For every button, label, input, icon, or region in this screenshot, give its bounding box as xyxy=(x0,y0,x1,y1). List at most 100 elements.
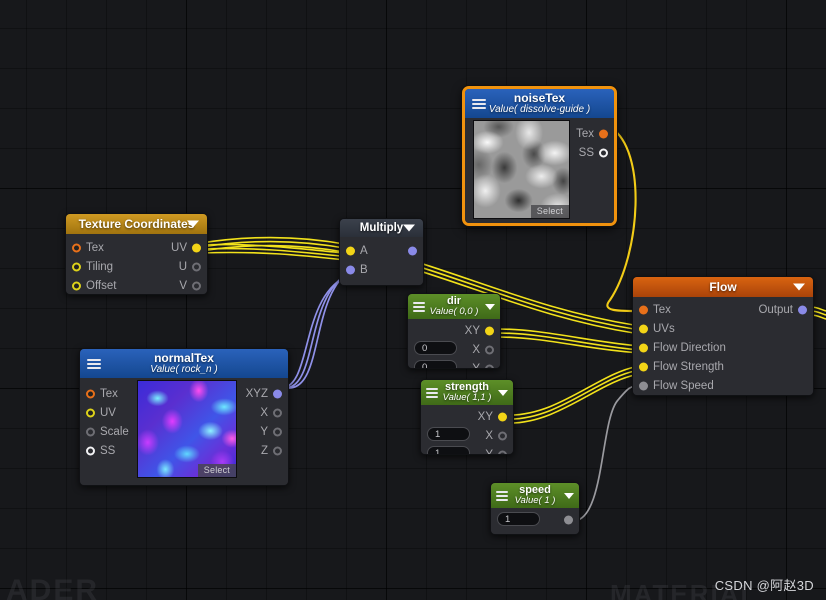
dir-row-xy[interactable]: XY xyxy=(408,321,500,340)
node-strength[interactable]: strength Value( 1,1 ) XY X Y 1 1 xyxy=(420,379,514,455)
noisetex-select-button[interactable]: Select xyxy=(530,205,569,218)
noisetex-thumbnail[interactable]: Select xyxy=(473,120,570,219)
multiply-header[interactable]: Multiply xyxy=(340,219,423,237)
socket-uvs-in[interactable] xyxy=(639,324,648,333)
noisetex-output-tex[interactable]: Tex xyxy=(570,124,614,143)
multiply-row-a[interactable]: A xyxy=(340,241,423,260)
socket-a-in[interactable] xyxy=(346,246,355,255)
socket-xy-out[interactable] xyxy=(485,326,494,335)
socket-ss-out[interactable] xyxy=(599,148,608,157)
flow-title: Flow xyxy=(709,280,737,294)
node-multiply[interactable]: Multiply A B xyxy=(339,218,424,286)
strength-row-xy[interactable]: XY xyxy=(421,407,513,426)
socket-uv-in[interactable] xyxy=(86,408,95,417)
noisetex-output-ss[interactable]: SS xyxy=(570,143,614,162)
output-label: XY xyxy=(477,410,493,423)
node-normaltex[interactable]: normalTex Value( rock_n ) Tex XYZ UV X S… xyxy=(79,348,289,486)
socket-output[interactable] xyxy=(564,515,573,524)
chevron-down-icon[interactable] xyxy=(485,303,495,310)
input-label: Tex xyxy=(86,241,104,254)
hamburger-icon[interactable] xyxy=(472,97,486,111)
socket-x-out[interactable] xyxy=(485,345,494,354)
flow-row-flow-speed[interactable]: Flow Speed xyxy=(633,376,813,395)
socket-offset-in[interactable] xyxy=(72,281,81,290)
input-label: A xyxy=(360,244,368,257)
ghost-text-left: ADER xyxy=(6,574,100,600)
hamburger-icon[interactable] xyxy=(496,489,508,503)
flow-row-flow-direction[interactable]: Flow Direction xyxy=(633,338,813,357)
strength-x-field[interactable]: 1 xyxy=(427,427,470,441)
speed-value-field[interactable]: 1 xyxy=(497,512,540,526)
socket-ss-in[interactable] xyxy=(86,446,95,455)
noisetex-header[interactable]: noiseTex Value( dissolve-guide ) xyxy=(465,89,614,118)
socket-xy-out[interactable] xyxy=(498,412,507,421)
socket-x-out[interactable] xyxy=(498,431,507,440)
socket-output[interactable] xyxy=(798,305,807,314)
socket-uv-out[interactable] xyxy=(192,243,201,252)
dir-y-field[interactable]: 0 xyxy=(414,360,457,368)
strength-header[interactable]: strength Value( 1,1 ) xyxy=(421,380,513,405)
texcoord-row-offset[interactable]: Offset V xyxy=(66,276,207,294)
socket-tiling-in[interactable] xyxy=(72,262,81,271)
socket-y-out[interactable] xyxy=(273,427,282,436)
flow-row-tex[interactable]: Tex Output xyxy=(633,300,813,319)
flow-row-flow-strength[interactable]: Flow Strength xyxy=(633,357,813,376)
socket-y-out[interactable] xyxy=(498,450,507,454)
chevron-down-icon[interactable] xyxy=(564,492,574,499)
texcoord-row-tex[interactable]: Tex UV xyxy=(66,238,207,257)
dir-header[interactable]: dir Value( 0,0 ) xyxy=(408,294,500,319)
watermark: CSDN @阿赵3D xyxy=(714,578,814,593)
normaltex-header[interactable]: normalTex Value( rock_n ) xyxy=(80,349,288,378)
socket-tex-in[interactable] xyxy=(86,389,95,398)
socket-tex-in[interactable] xyxy=(72,243,81,252)
hamburger-icon[interactable] xyxy=(426,386,438,400)
normaltex-select-button[interactable]: Select xyxy=(197,464,236,477)
hamburger-icon[interactable] xyxy=(87,357,101,371)
socket-flow-direction-in[interactable] xyxy=(639,343,648,352)
output-label: Y xyxy=(485,448,493,455)
socket-v-out[interactable] xyxy=(192,281,201,290)
socket-tex-in[interactable] xyxy=(639,305,648,314)
node-speed[interactable]: speed Value( 1 ) 1 xyxy=(490,482,580,535)
socket-y-out[interactable] xyxy=(485,364,494,368)
node-noisetex[interactable]: noiseTex Value( dissolve-guide ) Tex SS … xyxy=(462,86,617,226)
socket-z-out[interactable] xyxy=(273,446,282,455)
socket-output[interactable] xyxy=(408,246,417,255)
node-texture-coordinates[interactable]: Texture Coordinates Tex UV Tiling U Offs… xyxy=(65,213,208,295)
chevron-down-icon[interactable] xyxy=(793,283,805,291)
speed-header[interactable]: speed Value( 1 ) xyxy=(491,483,579,508)
socket-scale-in[interactable] xyxy=(86,427,95,436)
output-label: Tex xyxy=(576,127,594,140)
socket-tex-out[interactable] xyxy=(599,129,608,138)
socket-x-out[interactable] xyxy=(273,408,282,417)
input-label: UV xyxy=(100,406,116,419)
socket-b-in[interactable] xyxy=(346,265,355,274)
dir-x-field[interactable]: 0 xyxy=(414,341,457,355)
strength-y-field[interactable]: 1 xyxy=(427,446,470,454)
socket-u-out[interactable] xyxy=(192,262,201,271)
node-flow[interactable]: Flow Tex Output UVs Flow Direction Flow … xyxy=(632,276,814,396)
multiply-row-b[interactable]: B xyxy=(340,260,423,279)
socket-flow-speed-in[interactable] xyxy=(639,381,648,390)
chevron-down-icon[interactable] xyxy=(403,224,415,232)
flow-row-uvs[interactable]: UVs xyxy=(633,319,813,338)
normaltex-title: normalTex xyxy=(154,351,214,365)
input-label: Tiling xyxy=(86,260,114,273)
chevron-down-icon[interactable] xyxy=(498,389,508,396)
output-label: XY xyxy=(464,324,480,337)
output-label: Z xyxy=(260,444,268,457)
node-graph-canvas[interactable]: ADER MATERIAL noiseTex Value(dissolve-g… xyxy=(0,0,826,600)
chevron-down-icon[interactable] xyxy=(187,220,199,228)
node-dir[interactable]: dir Value( 0,0 ) XY X Y 0 0 xyxy=(407,293,501,369)
input-label: Tex xyxy=(100,387,118,400)
normaltex-thumbnail[interactable]: Select xyxy=(137,380,237,478)
output-label: U xyxy=(178,260,187,273)
output-label: XYZ xyxy=(245,387,268,400)
texture-coordinates-title: Texture Coordinates xyxy=(78,217,195,231)
texture-coordinates-header[interactable]: Texture Coordinates xyxy=(66,214,207,234)
socket-flow-strength-in[interactable] xyxy=(639,362,648,371)
socket-xyz-out[interactable] xyxy=(273,389,282,398)
flow-header[interactable]: Flow xyxy=(633,277,813,297)
hamburger-icon[interactable] xyxy=(413,300,425,314)
texcoord-row-tiling[interactable]: Tiling U xyxy=(66,257,207,276)
